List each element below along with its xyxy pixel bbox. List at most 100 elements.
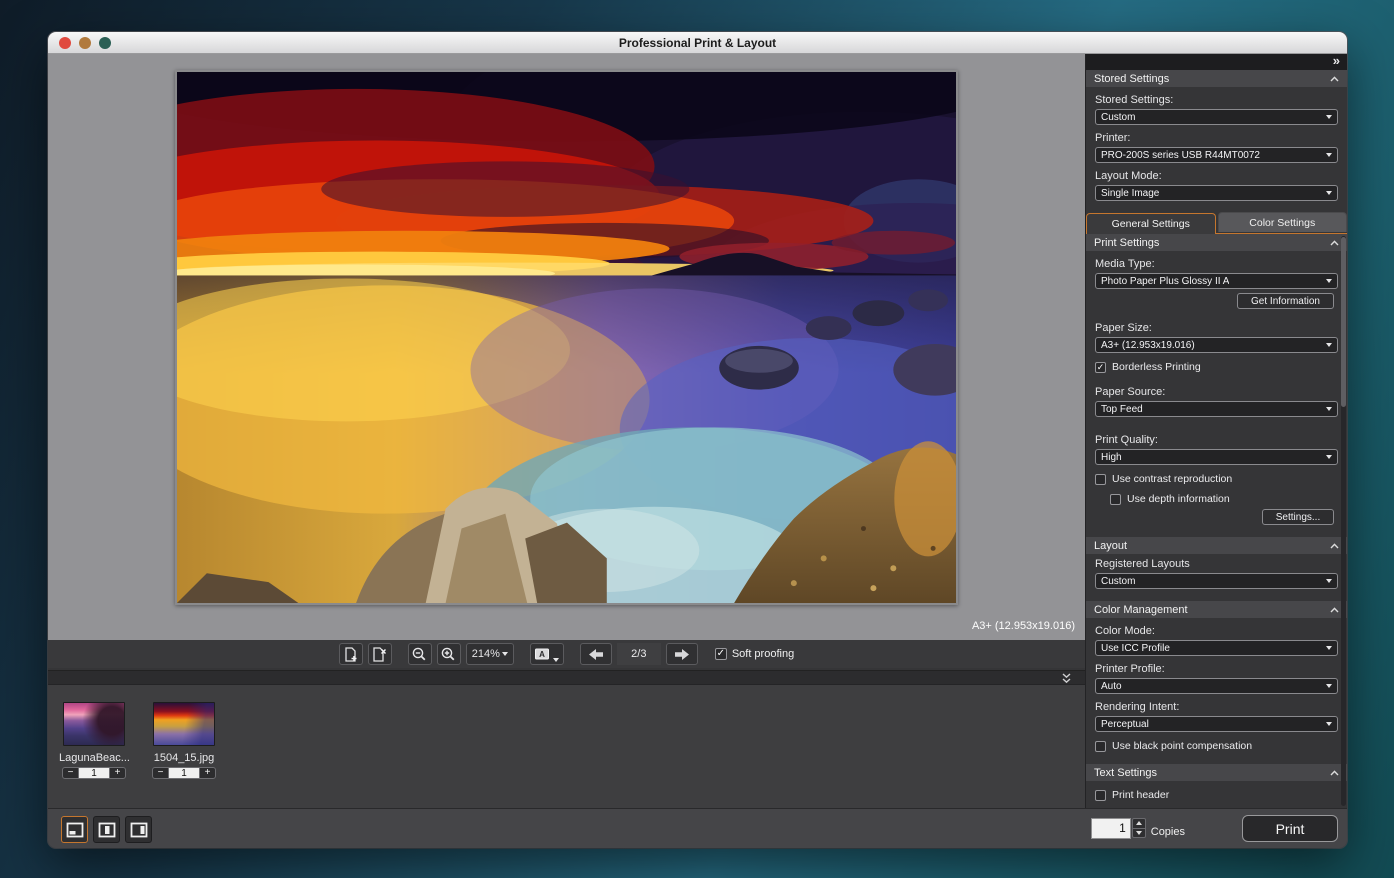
printer-profile-label: Printer Profile:	[1095, 663, 1338, 675]
app-window: Professional Print & Layout	[48, 32, 1347, 848]
zoom-level-dropdown[interactable]: 214%	[466, 643, 514, 665]
soft-proofing-toggle[interactable]: ✓ Soft proofing	[715, 648, 794, 660]
print-settings-header[interactable]: Print Settings	[1086, 234, 1347, 251]
view-side-panel-icon	[130, 822, 148, 838]
tab-general-settings[interactable]: General Settings	[1086, 213, 1216, 234]
stored-settings-header[interactable]: Stored Settings	[1086, 70, 1347, 87]
zoom-in-button[interactable]	[437, 643, 461, 665]
image-caption-dropdown[interactable]: A	[530, 643, 564, 665]
paper-source-label: Paper Source:	[1095, 386, 1338, 398]
caret-down-icon	[1326, 684, 1332, 688]
copy-count-value: 1	[79, 767, 109, 779]
remove-image-button[interactable]	[368, 643, 392, 665]
chevron-up-icon	[1330, 76, 1339, 82]
caret-down-icon	[1326, 455, 1332, 459]
increment-button[interactable]: +	[109, 767, 126, 779]
color-mode-label: Color Mode:	[1095, 625, 1338, 637]
zoom-out-button[interactable]	[408, 643, 432, 665]
depth-information-checkbox[interactable]	[1110, 494, 1121, 505]
main-area: A3+ (12.953x19.016)	[48, 54, 1085, 808]
copies-label: Copies	[1151, 826, 1185, 838]
media-type-select[interactable]: Photo Paper Plus Glossy II A	[1095, 273, 1338, 289]
view-mode-panel-button[interactable]	[125, 816, 152, 843]
view-layout-buttons	[61, 816, 152, 843]
print-button[interactable]: Print	[1242, 815, 1338, 842]
next-page-button[interactable]	[666, 643, 698, 665]
thumbnail-item[interactable]: 1504_15.jpg − 1 +	[152, 702, 216, 808]
collapse-panel-button[interactable]: »	[1333, 53, 1339, 68]
panel-top-strip: »	[1086, 54, 1347, 70]
copies-increment-button[interactable]	[1132, 818, 1146, 829]
print-header-toggle[interactable]: Print header	[1095, 789, 1338, 801]
close-window-button[interactable]	[59, 37, 71, 49]
view-mode-split-button[interactable]	[93, 816, 120, 843]
copy-count-stepper: − 1 +	[62, 767, 126, 779]
tab-color-settings[interactable]: Color Settings	[1218, 212, 1348, 232]
minimize-window-button[interactable]	[79, 37, 91, 49]
caret-down-icon	[1326, 191, 1332, 195]
decrement-button[interactable]: −	[62, 767, 79, 779]
panel-scrollbar-thumb[interactable]	[1341, 237, 1346, 407]
add-page-icon	[342, 646, 359, 663]
view-thumbnails-icon	[66, 822, 84, 838]
quality-settings-button[interactable]: Settings...	[1262, 509, 1334, 525]
add-image-button[interactable]	[339, 643, 363, 665]
paper-size-label: Paper Size:	[1095, 322, 1338, 334]
printer-profile-select[interactable]: Auto	[1095, 678, 1338, 694]
stored-settings-select[interactable]: Custom	[1095, 109, 1338, 125]
soft-proofing-checkbox[interactable]: ✓	[715, 648, 727, 660]
contrast-reproduction-checkbox[interactable]	[1095, 474, 1106, 485]
chevron-up-icon	[1330, 770, 1339, 776]
paper-source-select[interactable]: Top Feed	[1095, 401, 1338, 417]
black-point-compensation-toggle[interactable]: Use black point compensation	[1095, 740, 1338, 752]
text-settings-header[interactable]: Text Settings	[1086, 764, 1347, 781]
get-information-button[interactable]: Get Information	[1237, 293, 1334, 309]
contrast-reproduction-toggle[interactable]: Use contrast reproduction	[1095, 473, 1338, 485]
sunset-photo	[177, 72, 956, 603]
copies-input[interactable]: 1	[1091, 818, 1131, 839]
thumbnail-item[interactable]: LagunaBeac... − 1 +	[62, 702, 126, 808]
thumbnail-image[interactable]	[63, 702, 125, 746]
caret-down-icon	[1326, 343, 1332, 347]
thumbnail-image[interactable]	[153, 702, 215, 746]
decrement-button[interactable]: −	[152, 767, 169, 779]
print-quality-select[interactable]: High	[1095, 449, 1338, 465]
printer-select[interactable]: PRO-200S series USB R44MT0072	[1095, 147, 1338, 163]
copies-decrement-button[interactable]	[1132, 828, 1146, 839]
text-badge-icon: A	[534, 647, 551, 662]
registered-layouts-label: Registered Layouts	[1095, 558, 1338, 570]
rendering-intent-select[interactable]: Perceptual	[1095, 716, 1338, 732]
caret-down-icon	[1326, 722, 1332, 726]
preview-image[interactable]	[175, 70, 958, 605]
borderless-printing-toggle[interactable]: ✓ Borderless Printing	[1095, 361, 1338, 373]
depth-information-toggle[interactable]: Use depth information	[1110, 493, 1338, 505]
previous-page-button[interactable]	[580, 643, 612, 665]
print-header-checkbox[interactable]	[1095, 790, 1106, 801]
caret-down-icon	[1326, 279, 1332, 283]
settings-scroll-area: Print Settings Media Type: Photo Paper P…	[1086, 234, 1347, 808]
black-point-compensation-checkbox[interactable]	[1095, 741, 1106, 752]
page-indicator: 2/3	[617, 643, 661, 665]
caret-down-icon	[1326, 153, 1332, 157]
zoom-window-button[interactable]	[99, 37, 111, 49]
paper-size-select[interactable]: A3+ (12.953x19.016)	[1095, 337, 1338, 353]
thumbnail-collapse-bar[interactable]	[48, 670, 1085, 685]
zoom-level-value: 214%	[472, 648, 500, 660]
stored-settings-label: Stored Settings:	[1095, 94, 1338, 106]
layout-header[interactable]: Layout	[1086, 537, 1347, 554]
color-management-header[interactable]: Color Management	[1086, 601, 1347, 618]
chevron-up-icon	[1330, 607, 1339, 613]
increment-button[interactable]: +	[199, 767, 216, 779]
copy-count-stepper: − 1 +	[152, 767, 216, 779]
registered-layouts-select[interactable]: Custom	[1095, 573, 1338, 589]
borderless-printing-checkbox[interactable]: ✓	[1095, 362, 1106, 373]
layout-mode-select[interactable]: Single Image	[1095, 185, 1338, 201]
view-mode-thumbnails-button[interactable]	[61, 816, 88, 843]
rendering-intent-label: Rendering Intent:	[1095, 701, 1338, 713]
caret-down-icon	[1326, 407, 1332, 411]
zoom-out-icon	[411, 646, 428, 663]
color-mode-select[interactable]: Use ICC Profile	[1095, 640, 1338, 656]
bottom-bar: 1 Copies Print	[48, 808, 1347, 848]
soft-proofing-label: Soft proofing	[732, 648, 794, 660]
caret-down-icon	[502, 652, 508, 656]
